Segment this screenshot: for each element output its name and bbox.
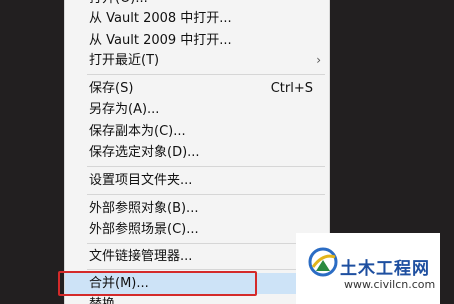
file-menu: 打开(O)... 从 Vault 2008 中打开... 从 Vault 200… — [64, 0, 330, 304]
menu-separator — [87, 74, 325, 75]
menu-item-xref-scene[interactable]: 外部参照场景(C)... — [65, 219, 329, 240]
menu-item-save-selected[interactable]: 保存选定对象(D)... — [65, 142, 329, 163]
highlight-annotation-box — [58, 271, 257, 296]
submenu-arrow-icon: › — [316, 53, 321, 67]
menu-separator — [87, 269, 325, 270]
menu-item-label: 打开最近(T) — [89, 53, 160, 68]
menu-item-shortcut: Ctrl+S — [270, 81, 313, 96]
menu-item-set-project-folder[interactable]: 设置项目文件夹... — [65, 170, 329, 191]
menu-item-save[interactable]: 保存(S) Ctrl+S — [65, 78, 329, 99]
menu-item-label: 从 Vault 2008 中打开... — [89, 11, 232, 26]
menu-item-label: 从 Vault 2009 中打开... — [89, 33, 232, 48]
menu-separator — [87, 194, 325, 195]
menu-item-label: 保存(S) — [89, 81, 134, 96]
menu-separator — [87, 243, 325, 244]
menu-item-file-link-manager[interactable]: 文件链接管理器... — [65, 246, 329, 267]
watermark: 土木工程网 www.civilcn.com — [296, 233, 440, 304]
menu-item-label: 外部参照对象(B)... — [89, 201, 199, 216]
menu-item-label: 文件链接管理器... — [89, 249, 193, 264]
menu-item-save-as[interactable]: 另存为(A)... — [65, 99, 329, 120]
menu-item-label: 外部参照场景(C)... — [89, 222, 199, 237]
menu-item-open-vault-2008[interactable]: 从 Vault 2008 中打开... — [65, 8, 329, 29]
menu-item-save-copy-as[interactable]: 保存副本为(C)... — [65, 121, 329, 142]
menu-item-open-vault-2009[interactable]: 从 Vault 2009 中打开... — [65, 30, 329, 51]
menu-item-xref-objects[interactable]: 外部参照对象(B)... — [65, 198, 329, 219]
menu-item-label: 保存选定对象(D)... — [89, 145, 200, 160]
menu-item-open-recent[interactable]: 打开最近(T) › — [65, 50, 329, 71]
menu-item-label: 另存为(A)... — [89, 102, 160, 117]
watermark-url: www.civilcn.com — [344, 278, 436, 291]
menu-separator — [87, 166, 325, 167]
civilcn-logo-icon — [308, 247, 338, 277]
watermark-site-name: 土木工程网 — [340, 259, 430, 279]
menu-item-label: 保存副本为(C)... — [89, 124, 186, 139]
menu-item-label: 设置项目文件夹... — [89, 173, 193, 188]
